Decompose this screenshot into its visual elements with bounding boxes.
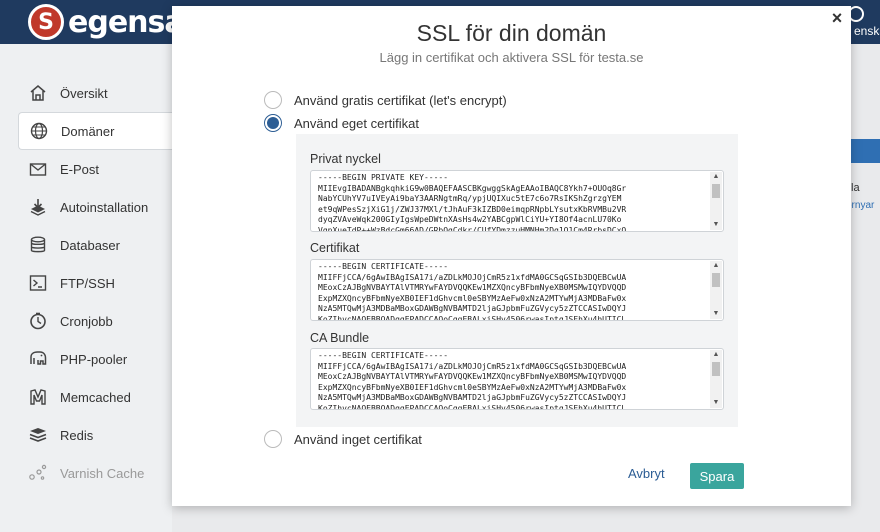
sidebar: Översikt Domäner E-Post Autoinstallation… <box>0 44 178 532</box>
scroll-down-icon[interactable]: ▼ <box>710 220 722 230</box>
sidebar-item-label: Autoinstallation <box>60 199 149 215</box>
certificate-textarea[interactable]: -----BEGIN CERTIFICATE----- MIIFFjCCA/6g… <box>310 259 724 321</box>
modal-title: SSL för din domän <box>416 20 607 46</box>
clock-icon <box>28 311 48 331</box>
house-icon <box>28 83 48 103</box>
sidebar-item-php-pooler[interactable]: PHP-pooler <box>18 340 178 378</box>
sidebar-item-redis[interactable]: Redis <box>18 416 178 454</box>
background-tab-bar <box>851 139 880 163</box>
sidebar-item-databaser[interactable]: Databaser <box>18 226 178 264</box>
sidebar-item-domaner[interactable]: Domäner <box>18 112 178 150</box>
scrollbar[interactable]: ▲ ▼ <box>710 172 722 230</box>
scroll-thumb[interactable] <box>712 184 720 198</box>
scroll-down-icon[interactable]: ▼ <box>710 398 722 408</box>
sidebar-item-memcached[interactable]: Memcached <box>18 378 178 416</box>
logo-mark: S <box>28 4 64 40</box>
option-own-certificate[interactable]: Använd eget certifikat <box>264 114 419 132</box>
option-label: Använd inget certifikat <box>294 431 422 447</box>
sidebar-item-label: Översikt <box>60 85 108 101</box>
option-no-certificate[interactable]: Använd inget certifikat <box>264 430 422 448</box>
sidebar-item-label: PHP-pooler <box>60 351 128 367</box>
scroll-thumb[interactable] <box>712 273 720 287</box>
terminal-icon <box>28 273 48 293</box>
sidebar-item-label: Domäner <box>61 123 115 139</box>
scroll-down-icon[interactable]: ▼ <box>710 309 722 319</box>
modal-subtitle: Lägg in certifikat och aktivera SSL för … <box>379 50 644 65</box>
certificate-label: Certifikat <box>310 241 360 255</box>
mail-icon <box>28 159 48 179</box>
scroll-thumb[interactable] <box>712 362 720 376</box>
ssl-modal: × SSL för din domän Lägg in certifikat o… <box>172 6 851 506</box>
ca-bundle-value: -----BEGIN CERTIFICATE----- MIIFFjCCA/6g… <box>318 351 627 409</box>
redis-icon <box>28 425 48 445</box>
scroll-up-icon[interactable]: ▲ <box>710 350 722 360</box>
php-elephant-icon <box>28 349 48 369</box>
certificate-value: -----BEGIN CERTIFICATE----- MIIFFjCCA/6g… <box>318 262 627 320</box>
language-label[interactable]: enska <box>854 24 880 38</box>
certificate-section: Privat nyckel -----BEGIN PRIVATE KEY----… <box>296 134 738 427</box>
private-key-label: Privat nyckel <box>310 152 381 166</box>
background-text: la <box>851 182 860 194</box>
save-button[interactable]: Spara <box>690 463 744 489</box>
logo[interactable]: S egensaj <box>28 4 194 40</box>
radio-own-certificate[interactable] <box>264 114 282 132</box>
option-letsencrypt[interactable]: Använd gratis certifikat (let's encrypt) <box>264 91 507 109</box>
ca-bundle-textarea[interactable]: -----BEGIN CERTIFICATE----- MIIFFjCCA/6g… <box>310 348 724 410</box>
scroll-up-icon[interactable]: ▲ <box>710 261 722 271</box>
sidebar-item-label: Memcached <box>60 389 131 405</box>
private-key-value: -----BEGIN PRIVATE KEY----- MIIEvgIBADAN… <box>318 173 627 231</box>
globe-icon <box>29 121 49 141</box>
option-label: Använd eget certifikat <box>294 115 420 131</box>
option-label: Använd gratis certifikat (let's encrypt) <box>294 92 507 108</box>
sidebar-item-epost[interactable]: E-Post <box>18 150 178 188</box>
sidebar-item-oversikt[interactable]: Översikt <box>18 74 178 112</box>
private-key-textarea[interactable]: -----BEGIN PRIVATE KEY----- MIIEvgIBADAN… <box>310 170 724 232</box>
database-icon <box>28 235 48 255</box>
sidebar-item-label: FTP/SSH <box>60 275 115 291</box>
sidebar-item-ftp-ssh[interactable]: FTP/SSH <box>18 264 178 302</box>
varnish-icon <box>28 463 48 483</box>
sidebar-item-autoinstallation[interactable]: Autoinstallation <box>18 188 178 226</box>
radio-no-certificate[interactable] <box>264 430 282 448</box>
scrollbar[interactable]: ▲ ▼ <box>710 261 722 319</box>
install-icon <box>28 197 48 217</box>
sidebar-item-cronjobb[interactable]: Cronjobb <box>18 302 178 340</box>
scrollbar[interactable]: ▲ ▼ <box>710 350 722 408</box>
sidebar-nav: Översikt Domäner E-Post Autoinstallation… <box>18 74 178 492</box>
memcached-icon <box>28 387 48 407</box>
cancel-button[interactable]: Avbryt <box>628 466 665 481</box>
sidebar-item-label: Databaser <box>60 237 120 253</box>
sidebar-item-label: E-Post <box>60 161 100 177</box>
sidebar-item-label: Cronjobb <box>60 313 113 329</box>
scroll-up-icon[interactable]: ▲ <box>710 172 722 182</box>
ca-bundle-label: CA Bundle <box>310 331 370 345</box>
radio-letsencrypt[interactable] <box>264 91 282 109</box>
sidebar-item-label: Varnish Cache <box>60 465 145 481</box>
sidebar-item-varnish-cache[interactable]: Varnish Cache <box>18 454 178 492</box>
sidebar-item-label: Redis <box>60 427 94 443</box>
